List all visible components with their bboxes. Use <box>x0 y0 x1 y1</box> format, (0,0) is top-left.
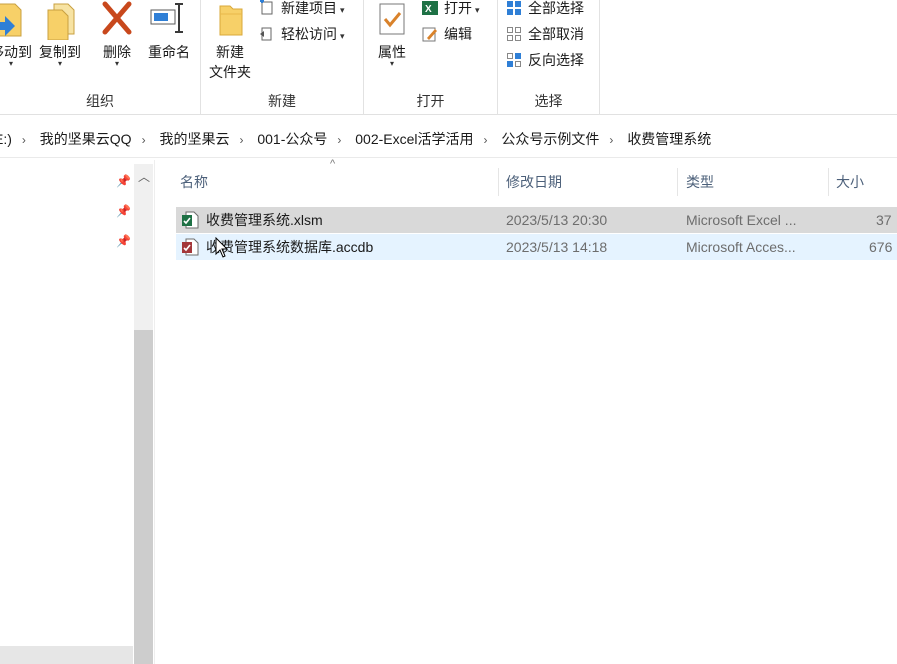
edit-button[interactable]: 编辑 <box>422 23 472 45</box>
move-to-label: 移动到 <box>0 44 32 60</box>
chevron-right-icon[interactable]: › <box>609 129 613 151</box>
move-to-button[interactable]: 移动到 ▾ <box>0 0 34 68</box>
new-folder-label-line1: 新建 <box>216 44 244 60</box>
select-none-button[interactable]: 全部取消 <box>506 23 584 45</box>
new-group-label: 新建 <box>268 93 296 109</box>
ribbon-group-new: 新建 文件夹 新建项目 ▾ 轻松访问 ▾ 新建 <box>201 0 364 115</box>
breadcrumb: E:) › 我的坚果云QQ › 我的坚果云 › 001-公众号 › 002-Excel活… <box>0 128 711 150</box>
file-name: 收费管理系统数据库.accdb <box>206 239 374 255</box>
copy-to-icon <box>42 0 78 41</box>
delete-dropdown-icon: ▾ <box>114 59 119 68</box>
access-database-file-icon <box>181 238 199 256</box>
file-size: 676 <box>869 239 893 255</box>
breadcrumb-current[interactable]: 收费管理系统 <box>627 128 711 150</box>
rename-label: 重命名 <box>148 44 190 60</box>
breadcrumb-item[interactable]: 公众号示例文件 <box>501 128 599 150</box>
invert-selection-label: 反向选择 <box>528 52 584 68</box>
address-bar[interactable]: E:) › 我的坚果云QQ › 我的坚果云 › 001-公众号 › 002-Excel活… <box>0 120 897 158</box>
copy-to-dropdown-icon: ▾ <box>57 59 62 68</box>
column-header-type[interactable]: 类型 <box>678 168 829 196</box>
new-item-button[interactable]: 新建项目 ▾ <box>259 0 345 19</box>
open-label: 打开 <box>444 0 472 16</box>
select-none-label: 全部取消 <box>528 26 584 42</box>
file-size: 37 <box>876 212 892 228</box>
delete-label: 删除 <box>103 44 131 60</box>
copy-to-button[interactable]: 复制到 ▾ <box>37 0 83 68</box>
column-header-size[interactable]: 大小 <box>828 168 897 196</box>
chevron-right-icon[interactable]: › <box>484 129 488 151</box>
easy-access-dropdown-icon: ▾ <box>340 31 345 41</box>
select-none-icon <box>506 26 522 42</box>
breadcrumb-item[interactable]: 002-Excel活学活用 <box>355 128 473 150</box>
ribbon-group-open: 属性 ▾ X 打开 ▾ 编辑 打开 <box>364 0 498 115</box>
pin-icon[interactable]: 📌 <box>116 204 131 218</box>
column-header-name[interactable]: 名称 <box>172 168 499 196</box>
move-to-icon <box>0 0 29 40</box>
horizontal-scrollbar[interactable] <box>0 646 133 664</box>
new-folder-button[interactable]: 新建 文件夹 <box>205 0 255 82</box>
organize-group-label: 组织 <box>86 93 114 109</box>
chevron-right-icon[interactable]: › <box>239 129 243 151</box>
excel-open-icon: X <box>422 0 438 16</box>
pin-icon[interactable]: 📌 <box>116 174 131 188</box>
file-row[interactable]: 收费管理系统数据库.accdb 2023/5/13 14:18 Microsof… <box>176 234 897 260</box>
open-dropdown-icon: ▾ <box>475 5 480 15</box>
new-item-icon <box>259 0 275 16</box>
file-type: Microsoft Acces... <box>686 239 796 255</box>
column-header-modified[interactable]: 修改日期 <box>498 168 678 196</box>
delete-button[interactable]: 删除 ▾ <box>96 0 138 68</box>
select-group-label: 选择 <box>534 93 563 109</box>
rename-button[interactable]: 重命名 <box>142 0 196 62</box>
invert-selection-button[interactable]: 反向选择 <box>506 49 584 71</box>
ribbon: 移动到 ▾ 复制到 ▾ 删除 ▾ <box>0 0 897 115</box>
properties-button[interactable]: 属性 ▾ <box>372 0 412 68</box>
file-modified: 2023/5/13 14:18 <box>506 239 608 255</box>
breadcrumb-item[interactable]: 我的坚果云 <box>159 128 229 150</box>
new-item-dropdown-icon: ▾ <box>340 5 345 15</box>
navigation-scrollbar[interactable]: ︿ <box>134 164 153 664</box>
edit-icon <box>422 26 438 42</box>
excel-macro-file-icon <box>181 211 199 229</box>
chevron-right-icon[interactable]: › <box>142 129 146 151</box>
breadcrumb-item[interactable]: 我的坚果云QQ <box>40 128 132 150</box>
invert-selection-icon <box>506 52 522 68</box>
select-all-label: 全部选择 <box>528 0 584 16</box>
chevron-right-icon[interactable]: › <box>22 129 26 151</box>
file-row[interactable]: 收费管理系统.xlsm 2023/5/13 20:30 Microsoft Ex… <box>176 207 897 233</box>
file-modified: 2023/5/13 20:30 <box>506 212 608 228</box>
rename-icon <box>149 0 189 40</box>
open-button[interactable]: X 打开 ▾ <box>422 0 480 19</box>
properties-label: 属性 <box>378 44 406 60</box>
new-folder-icon <box>214 0 246 40</box>
navigation-pane: 📌 📌 📌 ︿ <box>0 160 155 664</box>
easy-access-button[interactable]: 轻松访问 ▾ <box>259 23 345 45</box>
breadcrumb-drive[interactable]: E:) <box>0 128 12 150</box>
open-group-label: 打开 <box>416 93 445 109</box>
mouse-cursor-icon <box>215 237 229 258</box>
delete-icon <box>99 0 135 40</box>
scrollbar-thumb[interactable] <box>134 330 153 664</box>
new-folder-label-line2: 文件夹 <box>209 64 251 80</box>
ribbon-group-select: 全部选择 全部取消 反向选择 选择 <box>498 0 600 115</box>
svg-text:X: X <box>425 4 432 15</box>
select-all-button[interactable]: 全部选择 <box>506 0 584 19</box>
chevron-right-icon[interactable]: › <box>337 129 341 151</box>
select-all-icon <box>506 0 522 16</box>
properties-dropdown-icon: ▾ <box>389 59 394 68</box>
easy-access-label: 轻松访问 <box>281 26 337 42</box>
new-item-label: 新建项目 <box>281 0 337 16</box>
file-type: Microsoft Excel ... <box>686 212 797 228</box>
file-list: ^ 名称 修改日期 类型 大小 收费管理系统.xlsm 2023/5/13 20… <box>156 158 897 664</box>
copy-to-label: 复制到 <box>39 44 81 60</box>
move-to-dropdown-icon: ▾ <box>8 59 13 68</box>
easy-access-icon <box>259 26 275 42</box>
edit-label: 编辑 <box>444 26 472 42</box>
file-name: 收费管理系统.xlsm <box>206 212 323 228</box>
properties-icon <box>376 0 408 40</box>
pin-icon[interactable]: 📌 <box>116 234 131 248</box>
ribbon-group-organize: 移动到 ▾ 复制到 ▾ 删除 ▾ <box>0 0 201 115</box>
breadcrumb-item[interactable]: 001-公众号 <box>257 128 327 150</box>
scroll-up-icon[interactable]: ︿ <box>138 168 150 185</box>
